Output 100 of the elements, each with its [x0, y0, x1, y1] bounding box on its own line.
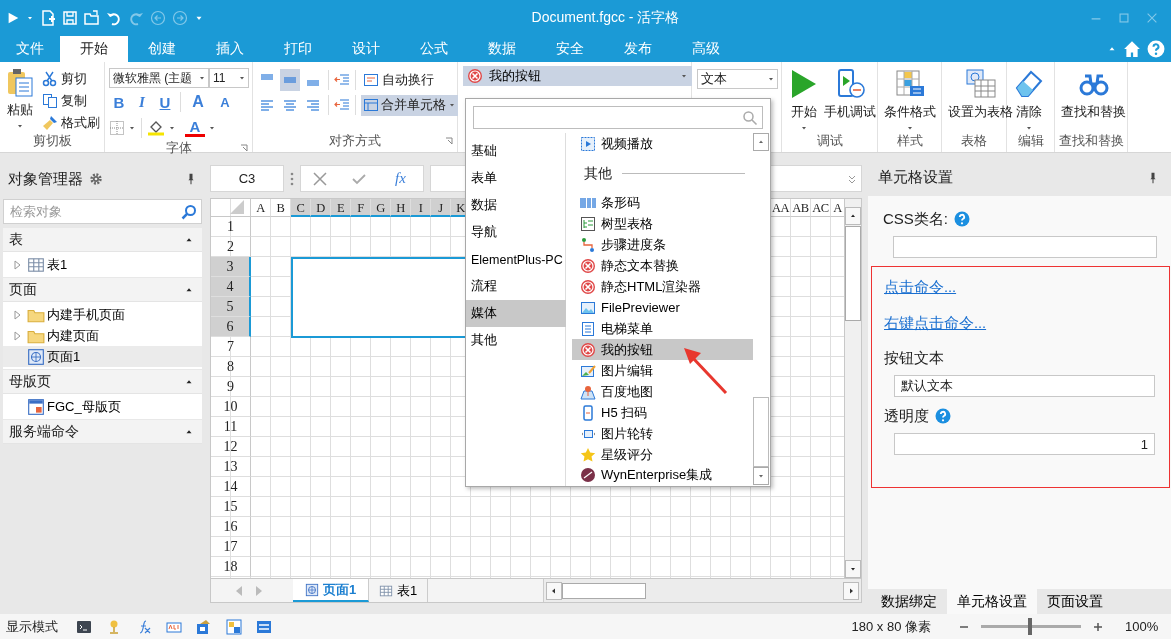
- category-item[interactable]: 其他: [466, 327, 566, 354]
- sheet-tab[interactable]: 页面1: [293, 579, 369, 602]
- display-mode-label: 显示模式: [6, 617, 58, 636]
- ribbon-button[interactable]: 查找和替换: [1059, 68, 1128, 133]
- category-item[interactable]: 表单: [466, 165, 566, 192]
- row-header: 1: [211, 217, 251, 237]
- sheet-tab[interactable]: 表1: [369, 579, 429, 602]
- clipboard-action-button[interactable]: 剪切: [40, 68, 102, 89]
- category-item[interactable]: 流程: [466, 273, 566, 300]
- grow-font-button[interactable]: A: [186, 93, 210, 111]
- row-header: 13: [211, 457, 251, 477]
- text-type-dropdown[interactable]: 文本: [697, 69, 778, 89]
- tree-item[interactable]: 页面1: [3, 346, 202, 367]
- panel-tab[interactable]: 单元格设置: [947, 589, 1037, 614]
- field-label: 按钮文本: [884, 348, 944, 368]
- column-header: D: [311, 199, 331, 217]
- menu-tab[interactable]: 开始: [60, 36, 128, 62]
- component-item[interactable]: 图片轮转: [572, 423, 753, 445]
- section-header[interactable]: 母版页: [3, 370, 202, 394]
- section-header[interactable]: 页面: [3, 278, 202, 302]
- bold-button[interactable]: B: [109, 93, 129, 111]
- merge-cells-button[interactable]: 合并单元格: [361, 94, 458, 116]
- font-color-button[interactable]: A: [185, 119, 205, 137]
- component-item[interactable]: 图片编辑: [572, 360, 753, 382]
- italic-button[interactable]: I: [132, 93, 152, 111]
- component-item[interactable]: 静态文本替换: [572, 255, 753, 277]
- section-title: 页面: [9, 280, 37, 299]
- component-item[interactable]: 静态HTML渲染器: [572, 276, 753, 298]
- row-header: 17: [211, 537, 251, 557]
- section-header[interactable]: 表: [3, 228, 202, 252]
- clipboard-action-button[interactable]: 格式刷: [40, 112, 102, 133]
- cell-type-dropdown[interactable]: 我的按钮: [463, 66, 692, 86]
- clipboard-action-button[interactable]: 复制: [40, 90, 102, 111]
- row-header: 3: [211, 257, 251, 277]
- size-label: 180 x 80 像素: [851, 617, 931, 636]
- panel-tab[interactable]: 页面设置: [1037, 589, 1113, 614]
- tree-item[interactable]: FGC_母版页: [3, 396, 202, 417]
- row-header: 16: [211, 517, 251, 537]
- tree-item[interactable]: 内建手机页面: [3, 304, 202, 325]
- font-family-dropdown[interactable]: 微软雅黑 (主题: [109, 68, 209, 88]
- component-item[interactable]: 视频播放: [572, 134, 753, 155]
- section-header[interactable]: 服务端命令: [3, 420, 202, 444]
- column-header: E: [331, 199, 351, 217]
- command-link[interactable]: 点击命令...: [884, 278, 957, 297]
- row-header: 18: [211, 557, 251, 577]
- group-label: 字体: [165, 141, 192, 155]
- row-header: 5: [211, 297, 251, 317]
- row-header: 14: [211, 477, 251, 497]
- panel-title: 对象管理器: [8, 169, 83, 189]
- ribbon-button[interactable]: 开始: [786, 68, 822, 133]
- section-title: 表: [9, 230, 23, 249]
- row-header: 15: [211, 497, 251, 517]
- ribbon-button[interactable]: 条件格式: [882, 68, 938, 133]
- group-label: 样式: [896, 134, 923, 148]
- search-field[interactable]: 检索对象: [3, 199, 202, 224]
- row-header: 4: [211, 277, 251, 297]
- component-item[interactable]: 条形码: [572, 192, 753, 214]
- component-item[interactable]: H5 扫码: [572, 402, 753, 424]
- input-field[interactable]: 1: [894, 433, 1155, 455]
- category-item[interactable]: 导航: [466, 219, 566, 246]
- component-item[interactable]: FilePreviewer: [572, 297, 753, 319]
- wrap-text-button[interactable]: 自动换行: [361, 69, 436, 91]
- component-item[interactable]: 星级评分: [572, 444, 753, 465]
- section-title: 服务端命令: [9, 422, 79, 441]
- column-header: G: [371, 199, 391, 217]
- field-label: CSS类名:: [883, 209, 948, 229]
- tree-item[interactable]: 表1: [3, 254, 202, 275]
- component-item[interactable]: 电梯菜单: [572, 318, 753, 340]
- category-item[interactable]: ElementPlus-PC: [466, 246, 566, 273]
- group-label: 剪切板: [32, 134, 72, 148]
- input-field[interactable]: 默认文本: [894, 375, 1155, 397]
- underline-button[interactable]: U: [155, 93, 175, 111]
- group-label: 查找和替换: [1058, 134, 1124, 148]
- component-item[interactable]: WynEnterprise集成: [572, 465, 753, 486]
- component-item[interactable]: 树型表格: [572, 213, 753, 235]
- category-item[interactable]: 媒体: [466, 300, 566, 327]
- name-box[interactable]: C3: [210, 165, 284, 192]
- category-item[interactable]: 基础: [466, 138, 566, 165]
- section-title: 其他: [584, 164, 612, 183]
- component-item[interactable]: 百度地图: [572, 381, 753, 403]
- window-title: Document.fgcc - 活字格: [530, 9, 680, 27]
- font-size-dropdown[interactable]: 11: [209, 68, 249, 88]
- command-link[interactable]: 右键点击命令...: [884, 314, 987, 333]
- tree-item[interactable]: 内建页面: [3, 325, 202, 346]
- row-header: 11: [211, 417, 251, 437]
- shrink-font-button[interactable]: A: [213, 94, 237, 110]
- column-header: I: [411, 199, 431, 217]
- group-label: 表格: [961, 134, 987, 148]
- component-item[interactable]: 我的按钮: [572, 339, 753, 361]
- row-header: 9: [211, 377, 251, 397]
- panel-tab[interactable]: 数据绑定: [871, 589, 947, 614]
- row-header: 12: [211, 437, 251, 457]
- column-header: AB: [791, 199, 811, 217]
- row-header: 7: [211, 337, 251, 357]
- group-label: 调试: [816, 134, 843, 148]
- column-header: J: [431, 199, 451, 217]
- ribbon-button[interactable]: 手机调试: [822, 68, 878, 133]
- component-item[interactable]: 步骤进度条: [572, 234, 753, 256]
- paste-button[interactable]: 粘贴: [4, 68, 36, 133]
- insert-function-button[interactable]: fx: [388, 169, 412, 188]
